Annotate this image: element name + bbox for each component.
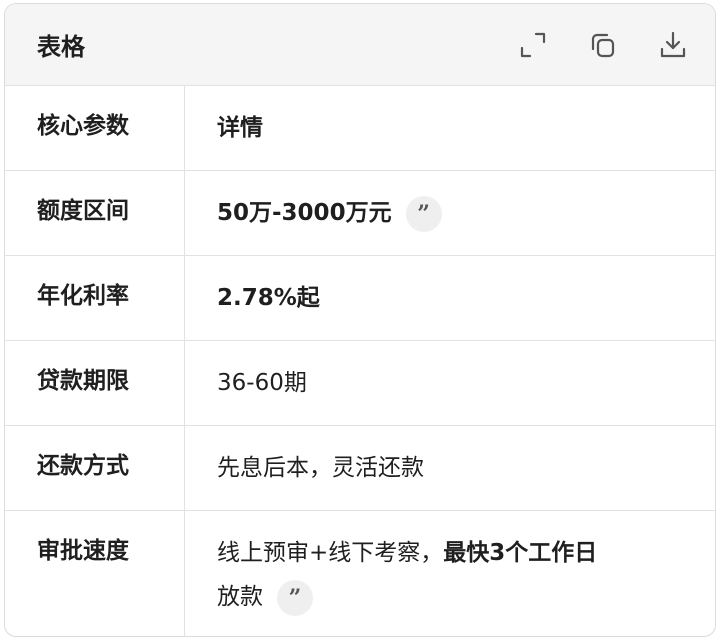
value-bold: 50万-3000万元	[217, 200, 392, 226]
value-plain: 先息后本，灵活还款	[217, 455, 424, 481]
row-key: 还款方式	[5, 426, 185, 510]
header-cell-detail: 详情	[217, 115, 263, 141]
table-row: 还款方式 先息后本，灵活还款	[5, 426, 715, 511]
header-actions	[517, 29, 689, 61]
table-row: 贷款期限 36-60期	[5, 341, 715, 426]
download-icon	[660, 31, 686, 57]
copy-button[interactable]	[587, 29, 619, 61]
copy-icon	[591, 33, 615, 57]
value-bold: 最快3个工作日	[443, 540, 598, 566]
row-value: 50万-3000万元 ”	[185, 171, 715, 255]
citation-quote-icon[interactable]: ”	[405, 195, 442, 232]
table-header-row: 核心参数 详情	[5, 86, 715, 171]
value-plain: 36-60期	[217, 370, 307, 396]
table-row: 额度区间 50万-3000万元 ”	[5, 171, 715, 256]
row-value: 2.78%起	[185, 256, 715, 340]
expand-icon	[520, 32, 546, 57]
row-key: 年化利率	[5, 256, 185, 340]
card-title: 表格	[37, 33, 85, 61]
row-value: 36-60期	[185, 341, 715, 425]
header-cell-param: 核心参数	[5, 86, 185, 170]
params-table: 核心参数 详情 额度区间 50万-3000万元 ” 年化利率 2.78%起 贷款期…	[5, 86, 715, 636]
download-button[interactable]	[657, 29, 689, 61]
value-plain: 线上预审+线下考察，	[217, 540, 444, 566]
row-key: 额度区间	[5, 171, 185, 255]
row-value: 线上预审+线下考察，最快3个工作日放款 ”	[185, 511, 715, 636]
row-key: 审批速度	[5, 511, 185, 636]
card-header: 表格	[5, 4, 715, 86]
row-key: 贷款期限	[5, 341, 185, 425]
citation-quote-icon[interactable]: ”	[277, 579, 313, 616]
row-value: 先息后本，灵活还款	[185, 426, 715, 510]
table-row: 年化利率 2.78%起	[5, 256, 715, 341]
table-row: 审批速度 线上预审+线下考察，最快3个工作日放款 ”	[5, 511, 715, 636]
value-bold: 2.78%起	[217, 285, 320, 311]
expand-button[interactable]	[517, 29, 549, 61]
table-card: 表格 核心参数 详情 额度区间 50万-3000万元 ” 年化利率 2.78%起…	[4, 3, 716, 637]
value-tail: 放款	[217, 584, 263, 610]
